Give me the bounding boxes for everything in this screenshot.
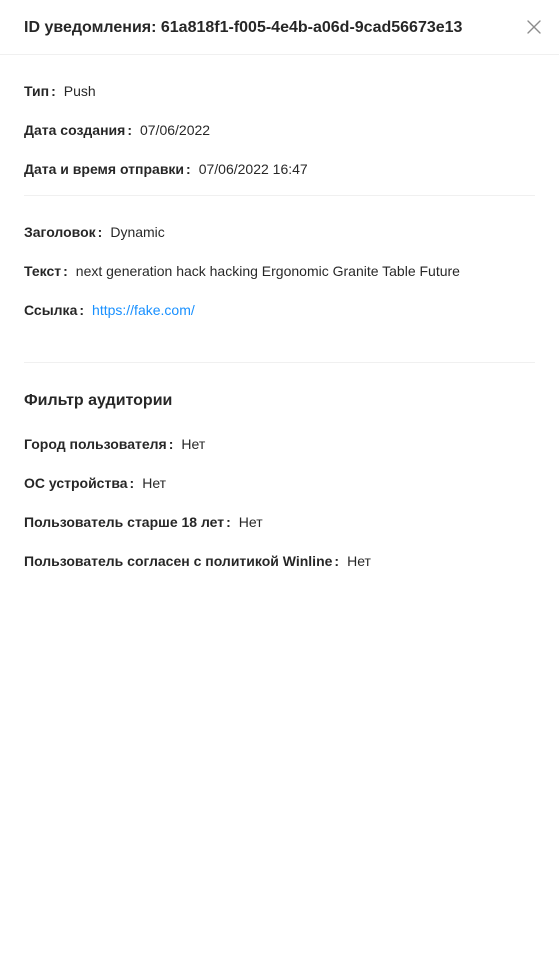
city-label: Город пользователя	[24, 436, 167, 452]
title-value: Dynamic	[110, 224, 165, 240]
type-value: Push	[63, 83, 96, 99]
info-section: Тип: Push Дата создания:07/06/2022 Дата и…	[24, 55, 535, 195]
audience-section: Фильтр аудитории Город пользователя: Нет …	[24, 363, 535, 572]
sent-label: Дата и время отправки	[24, 161, 185, 177]
age-row: Пользователь старше 18 лет: Нет	[24, 514, 263, 530]
drawer-title: ID уведомления: 61a818f1-f005-4e4b-a06d-…	[24, 19, 463, 36]
text-label: Текст	[24, 263, 62, 279]
os-label: ОС устройства	[24, 475, 128, 491]
drawer-header: ID уведомления: 61a818f1-f005-4e4b-a06d-…	[0, 0, 559, 55]
drawer-body: Тип: Push Дата создания:07/06/2022 Дата и…	[0, 55, 559, 589]
city-value: Нет	[181, 436, 206, 452]
title-label: Заголовок	[24, 224, 96, 240]
policy-row: Пользователь согласен с политикой Winlin…	[24, 553, 371, 569]
policy-label: Пользователь согласен с политикой Winlin…	[24, 553, 333, 569]
os-row: ОС устройства: Нет	[24, 475, 167, 491]
close-icon	[527, 20, 541, 34]
created-value: 07/06/2022	[139, 122, 211, 138]
text-row: Текст: next generation hack hacking Ergon…	[24, 263, 460, 279]
text-value: next generation hack hacking Ergonomic G…	[75, 263, 460, 279]
link-value[interactable]: https://fake.com/	[92, 302, 195, 318]
created-row: Дата создания:07/06/2022	[24, 122, 211, 138]
type-label: Тип	[24, 83, 50, 99]
type-row: Тип: Push	[24, 83, 96, 99]
content-section: Заголовок: Dynamic Текст: next generation …	[24, 196, 535, 362]
city-row: Город пользователя: Нет	[24, 436, 206, 452]
age-value: Нет	[238, 514, 263, 530]
sent-value: 07/06/2022 16:47	[198, 161, 308, 177]
close-button[interactable]	[523, 16, 545, 38]
sent-row: Дата и время отправки:07/06/2022 16:47	[24, 161, 308, 177]
title-row: Заголовок: Dynamic	[24, 224, 165, 240]
age-label: Пользователь старше 18 лет	[24, 514, 225, 530]
audience-heading: Фильтр аудитории	[24, 392, 173, 409]
created-label: Дата создания	[24, 122, 126, 138]
link-label: Ссылка	[24, 302, 78, 318]
policy-value: Нет	[347, 553, 371, 569]
os-value: Нет	[142, 475, 167, 491]
link-row: Ссылка: https://fake.com/	[24, 302, 195, 318]
